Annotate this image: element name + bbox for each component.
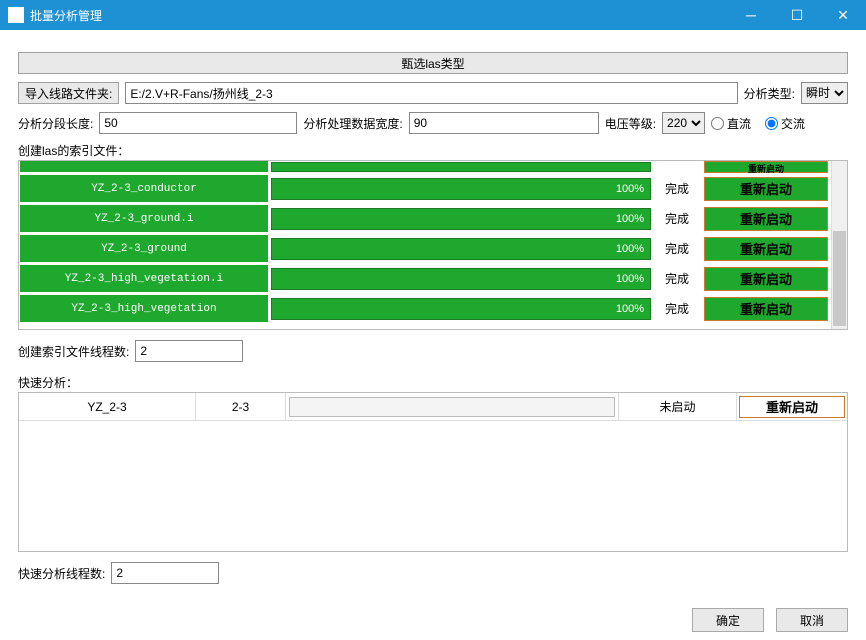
- maximize-button[interactable]: ☐: [774, 0, 820, 30]
- fast-section-label: 快速分析：: [18, 374, 848, 391]
- progress-pct: 100%: [616, 243, 644, 255]
- progress-bar: 100%: [271, 178, 651, 200]
- restart-button[interactable]: 重新启动: [704, 297, 828, 321]
- table-row: YZ_2-3_high_vegetation.i 100% 完成重新启动: [19, 264, 831, 294]
- close-button[interactable]: ✕: [820, 0, 866, 30]
- table-row: 重新启动: [19, 161, 831, 174]
- row-name: YZ_2-3_conductor: [19, 174, 269, 203]
- restart-button[interactable]: 重新启动: [704, 161, 828, 173]
- fast-threads-input[interactable]: [111, 562, 219, 584]
- progress-pct: 100%: [616, 303, 644, 315]
- table-row: YZ_2-3_ground 100% 完成重新启动: [19, 234, 831, 264]
- index-threads-label: 创建索引文件线程数:: [18, 343, 129, 360]
- ok-button[interactable]: 确定: [692, 608, 764, 632]
- seg-len-input[interactable]: [99, 112, 297, 134]
- fast-threads-label: 快速分析线程数:: [18, 565, 105, 582]
- window-title: 批量分析管理: [30, 7, 728, 24]
- row-name: [19, 161, 269, 173]
- fast-c2: 2-3: [196, 393, 286, 420]
- analysis-type-label: 分析类型:: [744, 85, 795, 102]
- seg-len-label: 分析分段长度:: [18, 115, 93, 132]
- data-width-input[interactable]: [409, 112, 599, 134]
- fast-c1: YZ_2-3: [19, 393, 196, 420]
- progress-bar: 100%: [271, 208, 651, 230]
- row-status: 完成: [653, 204, 701, 233]
- row-name: YZ_2-3_ground.i: [19, 204, 269, 233]
- dc-radio[interactable]: [711, 117, 724, 130]
- row-status: [653, 161, 701, 173]
- table-row: YZ_2-3_high_vegetation 100% 完成重新启动: [19, 294, 831, 324]
- progress-pct: 100%: [616, 273, 644, 285]
- restart-button[interactable]: 重新启动: [704, 207, 828, 231]
- scrollbar[interactable]: [831, 161, 847, 329]
- row-name: YZ_2-3_high_vegetation: [19, 294, 269, 323]
- select-las-type-button[interactable]: 甄选las类型: [18, 52, 848, 74]
- voltage-select[interactable]: 220: [662, 112, 705, 134]
- row-status: 完成: [653, 174, 701, 203]
- dc-radio-label[interactable]: 直流: [711, 115, 751, 132]
- table-row: YZ_2-3_conductor 100% 完成重新启动: [19, 174, 831, 204]
- progress-bar: 100%: [271, 298, 651, 320]
- import-path-input[interactable]: [125, 82, 737, 104]
- minimize-button[interactable]: ─: [728, 0, 774, 30]
- row-status: 完成: [653, 264, 701, 293]
- table-row: YZ_2-32-3 未启动重新启动: [19, 393, 847, 421]
- progress-bar: 100%: [271, 268, 651, 290]
- index-file-table: 重新启动 YZ_2-3_conductor100%完成重新启动YZ_2-3_gr…: [18, 160, 848, 330]
- index-section-label: 创建las的索引文件：: [18, 142, 848, 159]
- progress-bar: [289, 397, 615, 417]
- app-icon: [8, 7, 24, 23]
- fast-analysis-table: YZ_2-32-3 未启动重新启动: [18, 392, 848, 552]
- ac-radio[interactable]: [765, 117, 778, 130]
- row-status: 完成: [653, 294, 701, 323]
- analysis-type-select[interactable]: 瞬时: [801, 82, 848, 104]
- index-threads-input[interactable]: [135, 340, 243, 362]
- table-row: YZ_2-3_ground.i 100% 完成重新启动: [19, 204, 831, 234]
- row-status: 完成: [653, 234, 701, 263]
- restart-button[interactable]: 重新启动: [704, 267, 828, 291]
- restart-button[interactable]: 重新启动: [704, 177, 828, 201]
- scrollbar-thumb[interactable]: [833, 231, 846, 326]
- progress-bar: 100%: [271, 238, 651, 260]
- restart-button[interactable]: 重新启动: [739, 396, 845, 418]
- ac-radio-label[interactable]: 交流: [765, 115, 805, 132]
- row-name: YZ_2-3_high_vegetation.i: [19, 264, 269, 293]
- progress-pct: 100%: [616, 183, 644, 195]
- data-width-label: 分析处理数据宽度:: [303, 115, 402, 132]
- progress-pct: 100%: [616, 213, 644, 225]
- import-folder-button[interactable]: 导入线路文件夹:: [18, 82, 119, 104]
- voltage-label: 电压等级:: [605, 115, 656, 132]
- restart-button[interactable]: 重新启动: [704, 237, 828, 261]
- fast-status: 未启动: [619, 393, 737, 420]
- title-bar: 批量分析管理 ─ ☐ ✕: [0, 0, 866, 30]
- cancel-button[interactable]: 取消: [776, 608, 848, 632]
- row-name: YZ_2-3_ground: [19, 234, 269, 263]
